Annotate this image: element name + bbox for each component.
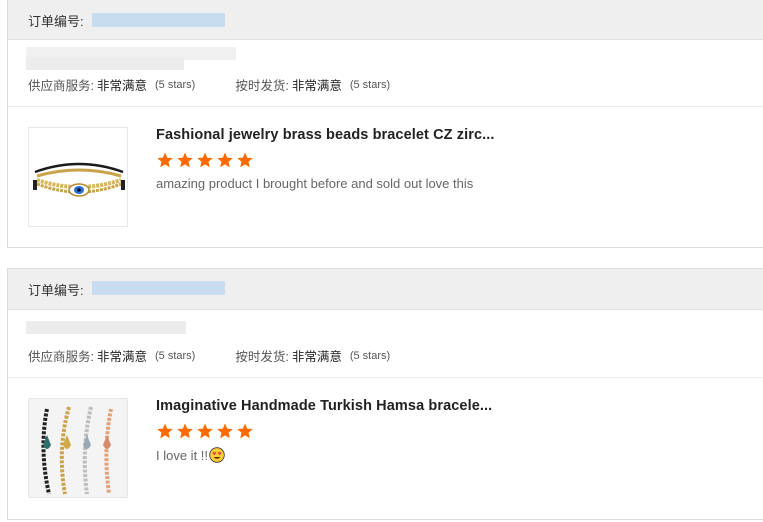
product-star-rating [156,151,495,169]
shipping-rating: 按时发货: 非常满意 (5 stars) [235,75,390,94]
order-header: 订单编号: [8,269,763,310]
star-icon [237,423,253,439]
order-number-redacted [92,13,225,27]
product-title[interactable]: Imaginative Handmade Turkish Hamsa brace… [156,398,492,414]
redacted-block [26,57,184,70]
supplier-service-value: 非常满意 [96,350,147,364]
seller-rating-row: 供应商服务: 非常满意 (5 stars) 按时发货: 非常满意 (5 star… [28,75,390,94]
order-card: 订单编号: 供应商服务: 非常满意 (5 stars) 按时发货: 非常满意 (… [7,268,763,520]
review-text: I love it !! [156,447,492,463]
supplier-service-label: 供应商服务: [28,79,94,93]
review-text: amazing product I brought before and sol… [156,176,495,191]
order-number-label: 订单编号: [28,14,84,29]
star-icon [157,423,173,439]
review-text-content: amazing product I brought before and sol… [156,176,474,191]
product-row: Fashional jewelry brass beads bracelet C… [28,127,495,227]
heart-eyes-emoji-icon [209,447,225,463]
shipping-stars: (5 stars) [349,78,391,91]
order-number-redacted [92,281,225,295]
shipping-value: 非常满意 [291,79,342,93]
order-card: 订单编号: 供应商服务: 非常满意 (5 stars) 按时发货: 非常满意 (… [7,0,763,248]
divider [8,377,763,378]
product-row: Imaginative Handmade Turkish Hamsa brace… [28,398,492,498]
star-icon [217,423,233,439]
star-icon [177,423,193,439]
shipping-value: 非常满意 [291,350,342,364]
supplier-service-rating: 供应商服务: 非常满意 (5 stars) [28,75,195,94]
product-thumbnail[interactable] [28,127,128,227]
star-icon [217,152,233,168]
shipping-label: 按时发货: [235,350,289,364]
supplier-service-stars: (5 stars) [155,78,196,91]
product-star-rating [156,422,492,440]
hamsa-bead-bracelets-icon [29,399,127,497]
star-icon [177,152,193,168]
supplier-service-value: 非常满意 [96,79,147,93]
star-icon [237,152,253,168]
order-number-label: 订单编号: [28,282,84,298]
product-info: Fashional jewelry brass beads bracelet C… [156,127,495,227]
product-info: Imaginative Handmade Turkish Hamsa brace… [156,398,492,498]
redacted-block [26,321,186,334]
supplier-service-stars: (5 stars) [155,349,196,362]
shipping-stars: (5 stars) [349,349,391,362]
gold-evil-eye-bracelet-icon [33,162,125,197]
divider [8,106,763,107]
shipping-rating: 按时发货: 非常满意 (5 stars) [235,346,390,365]
star-icon [197,423,213,439]
supplier-service-label: 供应商服务: [28,350,94,364]
star-icon [197,152,213,168]
star-icon [157,152,173,168]
review-text-content: I love it !! [156,447,209,463]
seller-rating-row: 供应商服务: 非常满意 (5 stars) 按时发货: 非常满意 (5 star… [28,346,390,365]
order-header: 订单编号: [8,0,763,40]
product-thumbnail[interactable] [28,398,128,498]
shipping-label: 按时发货: [235,79,289,93]
supplier-service-rating: 供应商服务: 非常满意 (5 stars) [28,346,195,365]
product-title[interactable]: Fashional jewelry brass beads bracelet C… [156,127,495,143]
